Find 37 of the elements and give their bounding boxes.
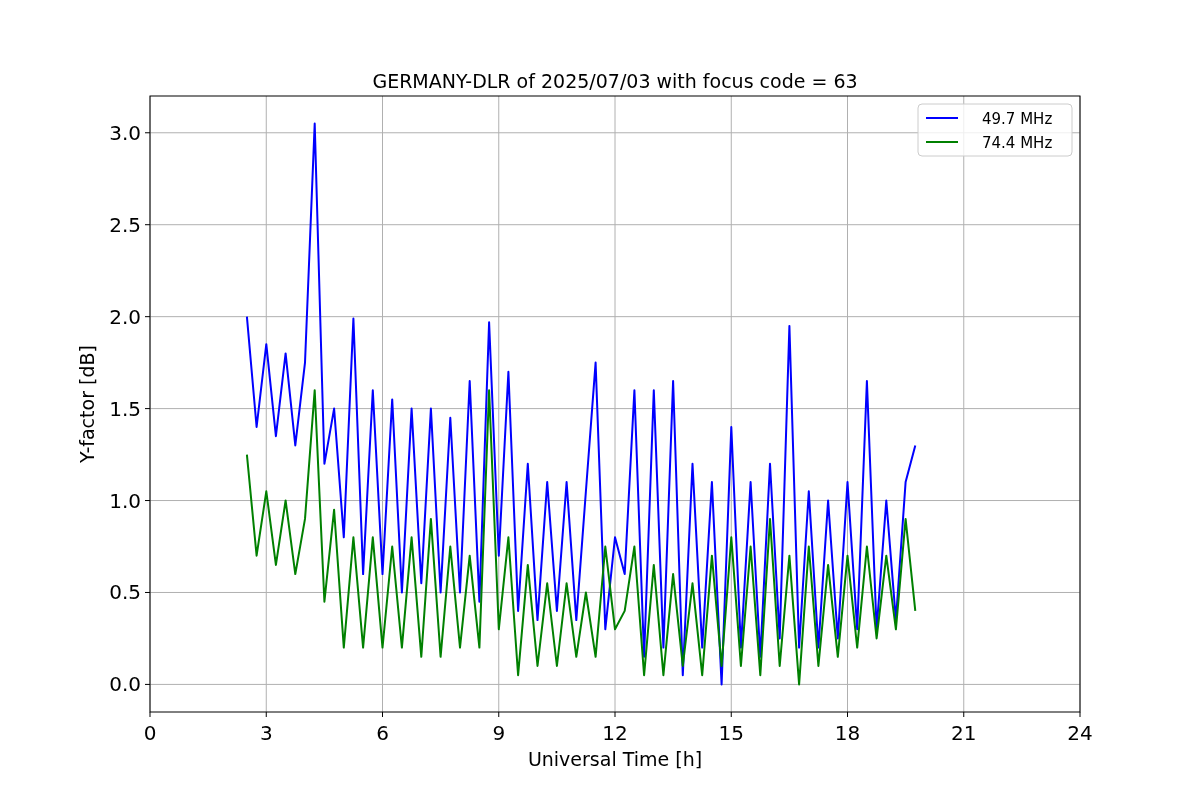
- tick-mark: [265, 711, 267, 718]
- tick-mark: [614, 711, 616, 718]
- tick-mark: [847, 711, 848, 718]
- x-tick-label: 15: [718, 721, 744, 745]
- tick-mark: [730, 711, 732, 718]
- y-tick-label: 1.0: [109, 488, 141, 513]
- tick-mark: [144, 132, 151, 134]
- x-tick-label: 9: [492, 721, 506, 745]
- chart-title: GERMANY-DLR of 2025/07/03 with focus code = 63: [372, 70, 858, 92]
- tick-mark: [1079, 711, 1081, 718]
- y-tick-label: 2.5: [109, 212, 141, 237]
- x-tick-label: 12: [602, 721, 628, 745]
- tick-mark: [144, 316, 151, 318]
- tick-mark: [144, 683, 151, 685]
- x-tick-label: 0: [143, 721, 157, 745]
- tick-mark: [144, 592, 151, 593]
- y-tick-label: 3.0: [109, 120, 141, 145]
- y-tick-label: 0.5: [109, 580, 141, 605]
- tick-mark: [149, 711, 151, 718]
- x-tick-label: 21: [951, 721, 977, 745]
- x-tick-label: 3: [259, 721, 273, 745]
- x-tick-label: 24: [1067, 721, 1093, 745]
- x-axis-label: Universal Time [h]: [527, 748, 703, 770]
- y-axis-label: Y-factor [dB]: [76, 345, 98, 463]
- y-tick-label: 2.0: [109, 304, 141, 329]
- tick-mark: [963, 711, 965, 718]
- x-tick-label: 18: [834, 721, 861, 745]
- y-tick-label: 0.0: [109, 672, 141, 697]
- tick-mark: [144, 224, 151, 226]
- tick-mark: [382, 711, 383, 718]
- tick-mark: [144, 408, 151, 410]
- tick-mark: [498, 711, 500, 718]
- legend-label: 49.7 MHz: [982, 110, 1053, 128]
- legend-label: 74.4 MHz: [982, 134, 1053, 152]
- x-tick-label: 6: [376, 721, 389, 745]
- tick-mark: [144, 500, 151, 502]
- y-tick-label: 1.5: [109, 396, 141, 421]
